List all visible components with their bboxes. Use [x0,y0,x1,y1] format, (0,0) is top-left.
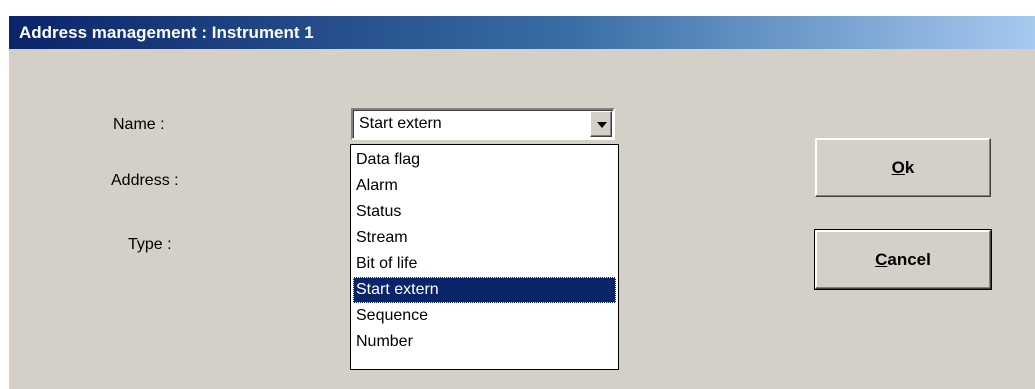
cancel-mnemonic: C [875,249,888,269]
chevron-down-icon [597,122,607,128]
ok-mnemonic: O [891,157,905,177]
ok-button[interactable]: Ok [815,138,991,197]
address-label: Address : [111,172,179,189]
address-management-dialog: Address management : Instrument 1 Name :… [8,15,1035,389]
cancel-button[interactable]: Cancel [814,229,992,290]
name-dropdown-list[interactable]: Data flag Alarm Status Stream Bit of lif… [350,144,619,370]
dropdown-option[interactable]: Number [353,329,616,355]
window-title: Address management : Instrument 1 [19,23,314,42]
title-bar[interactable]: Address management : Instrument 1 [9,16,1035,49]
dropdown-option[interactable]: Stream [353,225,616,251]
dropdown-option[interactable]: Alarm [353,173,616,199]
dropdown-option[interactable]: Bit of life [353,251,616,277]
dropdown-option[interactable]: Sequence [353,303,616,329]
dropdown-arrow-button[interactable] [590,111,612,137]
type-label: Type : [128,236,172,253]
name-combobox-value: Start extern [359,115,442,132]
cancel-label-rest: ancel [887,249,931,269]
name-label: Name : [113,116,165,133]
dropdown-option-selected[interactable]: Start extern [353,277,616,303]
dropdown-option[interactable]: Data flag [353,147,616,173]
dropdown-option[interactable]: Status [353,199,616,225]
name-combobox[interactable]: Start extern [351,108,615,140]
ok-label-rest: k [904,157,915,177]
